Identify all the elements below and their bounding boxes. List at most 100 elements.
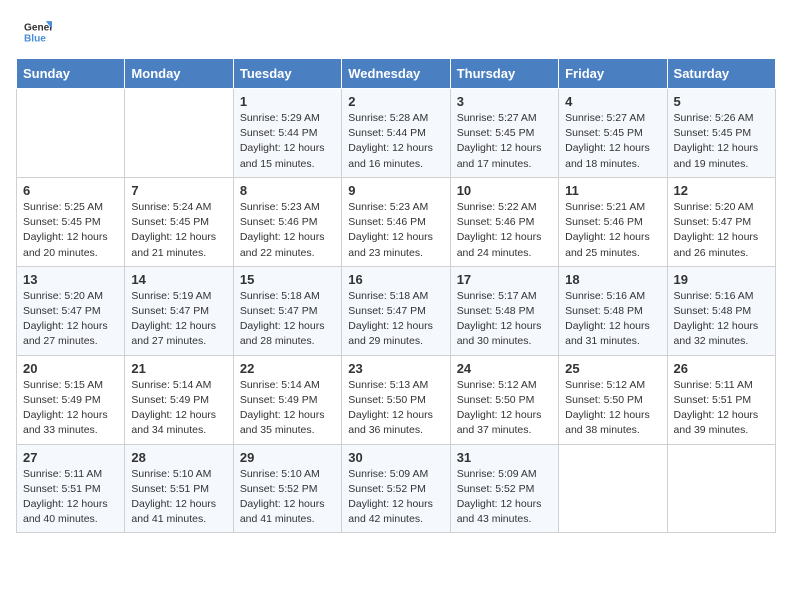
day-info: Sunrise: 5:29 AMSunset: 5:44 PMDaylight:… [240,111,335,172]
calendar-cell: 17 Sunrise: 5:17 AMSunset: 5:48 PMDayligh… [450,266,558,355]
day-number: 11 [565,183,660,198]
day-number: 26 [674,361,769,376]
day-info: Sunrise: 5:23 AMSunset: 5:46 PMDaylight:… [240,200,335,261]
col-header-monday: Monday [125,59,233,89]
col-header-tuesday: Tuesday [233,59,341,89]
col-header-saturday: Saturday [667,59,775,89]
day-number: 4 [565,94,660,109]
col-header-sunday: Sunday [17,59,125,89]
day-info: Sunrise: 5:15 AMSunset: 5:49 PMDaylight:… [23,378,118,439]
day-info: Sunrise: 5:14 AMSunset: 5:49 PMDaylight:… [131,378,226,439]
day-number: 18 [565,272,660,287]
day-number: 25 [565,361,660,376]
day-number: 17 [457,272,552,287]
day-info: Sunrise: 5:16 AMSunset: 5:48 PMDaylight:… [565,289,660,350]
calendar: SundayMondayTuesdayWednesdayThursdayFrid… [0,54,792,549]
day-info: Sunrise: 5:10 AMSunset: 5:51 PMDaylight:… [131,467,226,528]
calendar-cell: 14Sunrise: 5:19 AMSunset: 5:47 PMDayligh… [125,266,233,355]
day-info: Sunrise: 5:18 AMSunset: 5:47 PMDaylight:… [348,289,443,350]
calendar-cell: 28 Sunrise: 5:10 AMSunset: 5:51 PMDayligh… [125,444,233,533]
day-info: Sunrise: 5:17 AMSunset: 5:48 PMDaylight:… [457,289,552,350]
calendar-cell: 1 Sunrise: 5:29 AMSunset: 5:44 PMDaylight… [233,89,341,178]
calendar-cell: 2 Sunrise: 5:28 AMSunset: 5:44 PMDaylight… [342,89,450,178]
day-number: 3 [457,94,552,109]
day-number: 20 [23,361,118,376]
calendar-table: SundayMondayTuesdayWednesdayThursdayFrid… [16,58,776,533]
calendar-cell: 16 Sunrise: 5:18 AMSunset: 5:47 PMDayligh… [342,266,450,355]
calendar-cell: 8 Sunrise: 5:23 AMSunset: 5:46 PMDaylight… [233,177,341,266]
day-number: 15 [240,272,335,287]
day-info: Sunrise: 5:25 AMSunset: 5:45 PMDaylight:… [23,200,118,261]
day-number: 29 [240,450,335,465]
calendar-cell: 26 Sunrise: 5:11 AMSunset: 5:51 PMDayligh… [667,355,775,444]
day-info: Sunrise: 5:20 AMSunset: 5:47 PMDaylight:… [23,289,118,350]
logo: General Blue [24,18,58,46]
day-info: Sunrise: 5:11 AMSunset: 5:51 PMDaylight:… [23,467,118,528]
day-info: Sunrise: 5:09 AMSunset: 5:52 PMDaylight:… [457,467,552,528]
day-info: Sunrise: 5:10 AMSunset: 5:52 PMDaylight:… [240,467,335,528]
day-number: 6 [23,183,118,198]
calendar-cell: 11 Sunrise: 5:21 AMSunset: 5:46 PMDayligh… [559,177,667,266]
day-info: Sunrise: 5:28 AMSunset: 5:44 PMDaylight:… [348,111,443,172]
day-info: Sunrise: 5:18 AMSunset: 5:47 PMDaylight:… [240,289,335,350]
day-number: 8 [240,183,335,198]
day-number: 28 [131,450,226,465]
calendar-cell: 5 Sunrise: 5:26 AMSunset: 5:45 PMDaylight… [667,89,775,178]
page-header: General Blue [0,0,792,54]
day-number: 31 [457,450,552,465]
day-number: 21 [131,361,226,376]
col-header-friday: Friday [559,59,667,89]
calendar-cell: 15 Sunrise: 5:18 AMSunset: 5:47 PMDayligh… [233,266,341,355]
day-info: Sunrise: 5:23 AMSunset: 5:46 PMDaylight:… [348,200,443,261]
calendar-cell: 30 Sunrise: 5:09 AMSunset: 5:52 PMDayligh… [342,444,450,533]
calendar-cell [125,89,233,178]
day-number: 27 [23,450,118,465]
calendar-cell: 6 Sunrise: 5:25 AMSunset: 5:45 PMDaylight… [17,177,125,266]
day-info: Sunrise: 5:12 AMSunset: 5:50 PMDaylight:… [457,378,552,439]
day-info: Sunrise: 5:21 AMSunset: 5:46 PMDaylight:… [565,200,660,261]
calendar-cell: 31 Sunrise: 5:09 AMSunset: 5:52 PMDayligh… [450,444,558,533]
day-info: Sunrise: 5:27 AMSunset: 5:45 PMDaylight:… [565,111,660,172]
day-info: Sunrise: 5:24 AMSunset: 5:45 PMDaylight:… [131,200,226,261]
day-info: Sunrise: 5:20 AMSunset: 5:47 PMDaylight:… [674,200,769,261]
day-number: 16 [348,272,443,287]
day-number: 30 [348,450,443,465]
calendar-cell: 19Sunrise: 5:16 AMSunset: 5:48 PMDayligh… [667,266,775,355]
svg-text:General: General [24,22,52,33]
day-number: 12 [674,183,769,198]
week-row-1: 1 Sunrise: 5:29 AMSunset: 5:44 PMDaylight… [17,89,776,178]
week-row-5: 27 Sunrise: 5:11 AMSunset: 5:51 PMDayligh… [17,444,776,533]
calendar-cell: 3 Sunrise: 5:27 AMSunset: 5:45 PMDaylight… [450,89,558,178]
day-number: 10 [457,183,552,198]
calendar-cell: 9Sunrise: 5:23 AMSunset: 5:46 PMDaylight… [342,177,450,266]
day-info: Sunrise: 5:13 AMSunset: 5:50 PMDaylight:… [348,378,443,439]
calendar-cell: 21 Sunrise: 5:14 AMSunset: 5:49 PMDayligh… [125,355,233,444]
day-number: 1 [240,94,335,109]
day-info: Sunrise: 5:22 AMSunset: 5:46 PMDaylight:… [457,200,552,261]
calendar-cell: 24 Sunrise: 5:12 AMSunset: 5:50 PMDayligh… [450,355,558,444]
day-info: Sunrise: 5:14 AMSunset: 5:49 PMDaylight:… [240,378,335,439]
col-header-thursday: Thursday [450,59,558,89]
day-number: 24 [457,361,552,376]
day-info: Sunrise: 5:11 AMSunset: 5:51 PMDaylight:… [674,378,769,439]
day-number: 22 [240,361,335,376]
logo-icon: General Blue [24,18,52,46]
calendar-cell [667,444,775,533]
day-number: 13 [23,272,118,287]
calendar-cell: 13 Sunrise: 5:20 AMSunset: 5:47 PMDayligh… [17,266,125,355]
day-number: 2 [348,94,443,109]
day-info: Sunrise: 5:26 AMSunset: 5:45 PMDaylight:… [674,111,769,172]
calendar-cell [559,444,667,533]
calendar-cell: 27 Sunrise: 5:11 AMSunset: 5:51 PMDayligh… [17,444,125,533]
day-info: Sunrise: 5:12 AMSunset: 5:50 PMDaylight:… [565,378,660,439]
day-number: 5 [674,94,769,109]
day-number: 7 [131,183,226,198]
day-number: 14 [131,272,226,287]
calendar-header: SundayMondayTuesdayWednesdayThursdayFrid… [17,59,776,89]
day-info: Sunrise: 5:09 AMSunset: 5:52 PMDaylight:… [348,467,443,528]
calendar-cell: 25 Sunrise: 5:12 AMSunset: 5:50 PMDayligh… [559,355,667,444]
day-info: Sunrise: 5:16 AMSunset: 5:48 PMDaylight:… [674,289,769,350]
calendar-cell [17,89,125,178]
calendar-cell: 18 Sunrise: 5:16 AMSunset: 5:48 PMDayligh… [559,266,667,355]
day-info: Sunrise: 5:27 AMSunset: 5:45 PMDaylight:… [457,111,552,172]
